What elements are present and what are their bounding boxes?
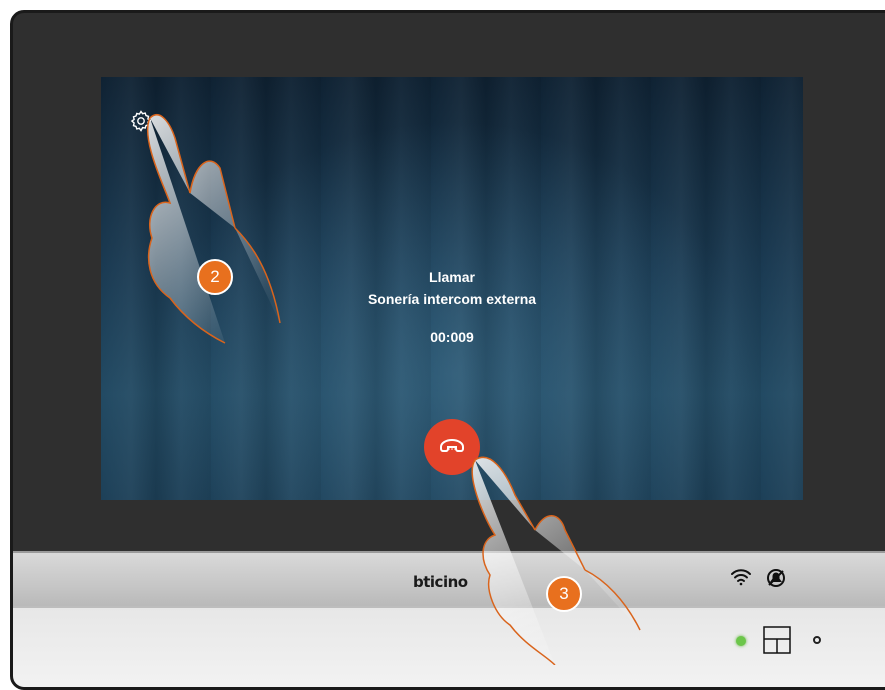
bezel-bar: bticino	[13, 551, 885, 608]
mute-bell-icon	[767, 569, 785, 587]
home-touch-icon	[763, 626, 791, 654]
answer-button[interactable]	[813, 636, 821, 644]
call-subtitle: Sonería intercom externa	[367, 291, 537, 307]
hangup-button[interactable]	[424, 419, 480, 475]
lower-panel	[13, 606, 885, 687]
step-3-badge: 3	[546, 576, 582, 612]
gear-icon	[130, 110, 152, 132]
wifi-icon	[731, 569, 751, 586]
intercom-device: Llamar Sonería intercom externa 00:009 b…	[10, 10, 885, 690]
phone-hangup-icon	[440, 438, 464, 452]
step-2-badge: 2	[197, 259, 233, 295]
home-touch-button[interactable]	[763, 626, 791, 654]
status-led	[736, 636, 746, 646]
call-timer: 00:009	[430, 329, 474, 345]
brand-logo: bticino	[413, 573, 468, 591]
settings-button[interactable]	[129, 109, 153, 133]
